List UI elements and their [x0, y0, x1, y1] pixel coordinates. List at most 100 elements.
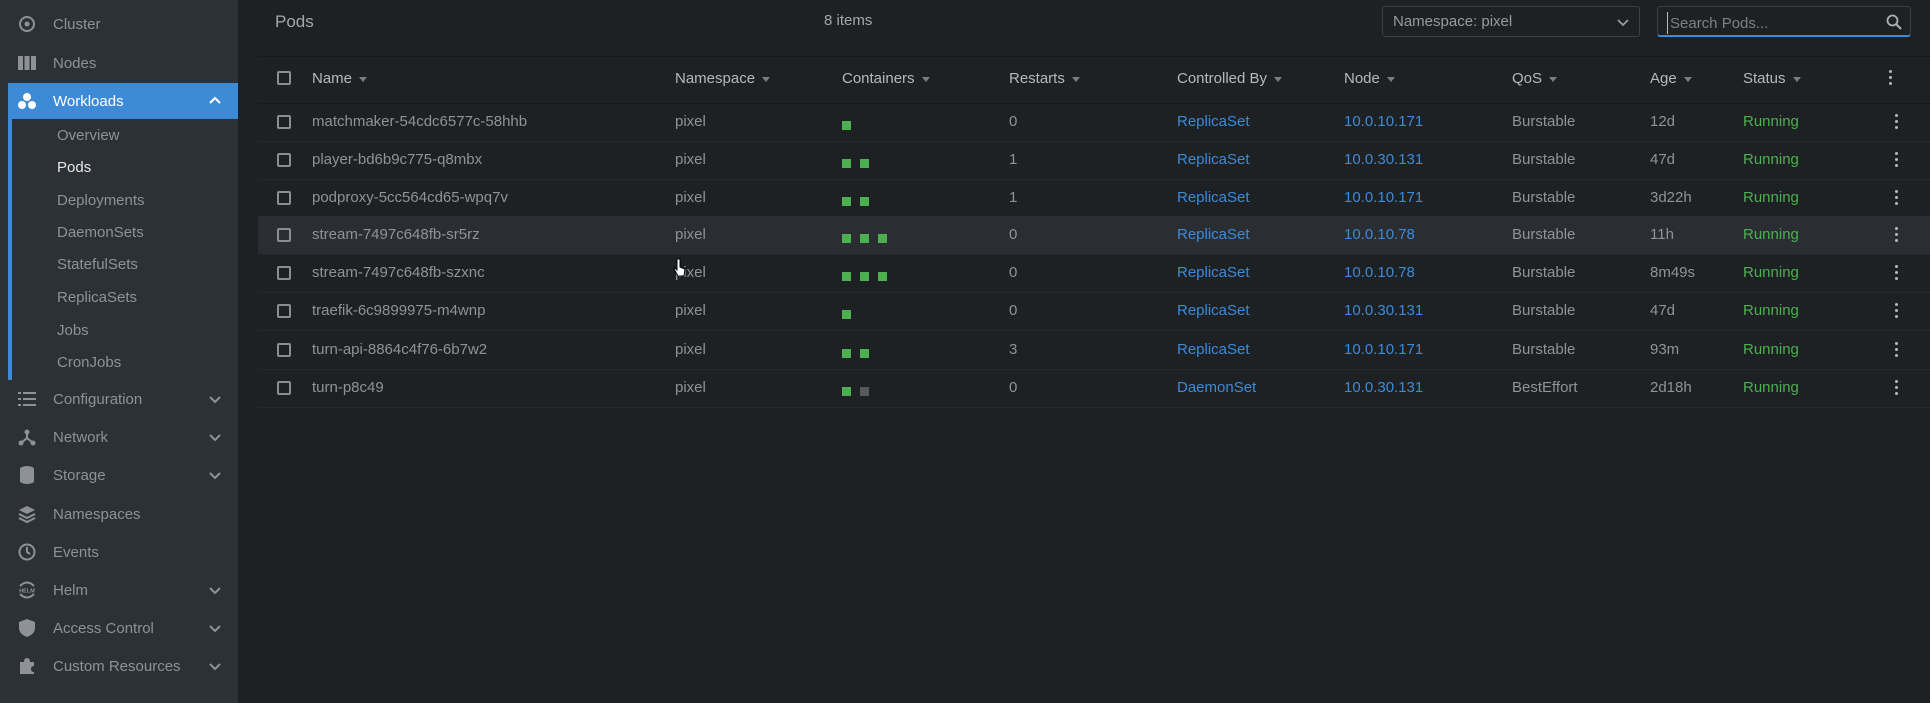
sidebar-item-configuration[interactable]: Configuration [0, 381, 238, 417]
row-menu-icon[interactable] [1895, 265, 1899, 281]
columns-menu-icon[interactable] [1889, 70, 1893, 86]
sidebar-subitem-jobs[interactable]: Jobs [57, 320, 89, 342]
table-row[interactable]: traefik-6c9899975-m4wnp pixel 0 ReplicaSet 1… [258, 292, 1930, 331]
pod-controlled-by-link[interactable]: ReplicaSet [1177, 151, 1250, 168]
column-header-status[interactable]: Status [1743, 70, 1801, 87]
pod-controlled-by-link[interactable]: ReplicaSet [1177, 226, 1250, 243]
table-row[interactable]: podproxy-5cc564cd65-wpq7v pixel 1 ReplicaSe… [258, 179, 1930, 218]
sidebar-item-custom-resources[interactable]: Custom Resources [0, 648, 238, 684]
row-checkbox[interactable] [277, 191, 291, 205]
search-input[interactable] [1667, 12, 1872, 34]
pod-name[interactable]: turn-p8c49 [312, 379, 384, 396]
sidebar-item-events[interactable]: Events [0, 534, 238, 570]
pod-controlled-by-link[interactable]: ReplicaSet [1177, 113, 1250, 130]
chevron-down-icon[interactable] [206, 466, 224, 484]
row-menu-icon[interactable] [1895, 190, 1899, 206]
sidebar-item-storage[interactable]: Storage [0, 457, 238, 493]
container-status-indicator[interactable] [878, 233, 887, 243]
container-status-indicator[interactable] [842, 386, 851, 396]
select-all-checkbox[interactable] [277, 71, 291, 85]
container-status-indicator[interactable] [842, 348, 851, 358]
sidebar-subitem-replicasets[interactable]: ReplicaSets [57, 287, 137, 309]
pod-controlled-by-link[interactable]: ReplicaSet [1177, 341, 1250, 358]
sidebar-subitem-deployments[interactable]: Deployments [57, 190, 145, 212]
container-status-indicator[interactable] [842, 233, 851, 243]
column-header-node[interactable]: Node [1344, 70, 1395, 87]
sidebar-item-helm[interactable]: HELM Helm [0, 572, 238, 608]
pod-node-link[interactable]: 10.0.10.78 [1344, 226, 1415, 243]
container-status-indicator[interactable] [842, 120, 851, 130]
container-status-indicator[interactable] [860, 386, 869, 396]
chevron-up-icon[interactable] [206, 92, 224, 110]
row-checkbox[interactable] [277, 304, 291, 318]
column-header-namespace[interactable]: Namespace [675, 70, 771, 87]
row-menu-icon[interactable] [1895, 303, 1899, 319]
pod-node-link[interactable]: 10.0.10.78 [1344, 264, 1415, 281]
pod-name[interactable]: stream-7497c648fb-sr5rz [312, 226, 480, 243]
pod-name[interactable]: player-bd6b9c775-q8mbx [312, 151, 482, 168]
sidebar-item-access-control[interactable]: Access Control [0, 610, 238, 646]
container-status-indicator[interactable] [842, 271, 851, 281]
sidebar-item-namespaces[interactable]: Namespaces [0, 496, 238, 532]
column-header-containers[interactable]: Containers [842, 70, 930, 87]
row-checkbox[interactable] [277, 153, 291, 167]
row-menu-icon[interactable] [1895, 152, 1899, 168]
chevron-down-icon[interactable] [206, 581, 224, 599]
container-status-indicator[interactable] [842, 309, 851, 319]
sidebar-subitem-statefulsets[interactable]: StatefulSets [57, 254, 138, 276]
table-row[interactable]: stream-7497c648fb-sr5rz pixel 0 ReplicaSet 1… [258, 216, 1930, 255]
chevron-down-icon[interactable] [206, 619, 224, 637]
sidebar-item-cluster[interactable]: Cluster [0, 6, 238, 42]
container-status-indicator[interactable] [842, 158, 851, 168]
column-header-qos[interactable]: QoS [1512, 70, 1558, 87]
pod-name[interactable]: stream-7497c648fb-szxnc [312, 264, 485, 281]
row-checkbox[interactable] [277, 381, 291, 395]
container-status-indicator[interactable] [842, 196, 851, 206]
row-checkbox[interactable] [277, 228, 291, 242]
pod-controlled-by-link[interactable]: DaemonSet [1177, 379, 1256, 396]
pod-controlled-by-link[interactable]: ReplicaSet [1177, 189, 1250, 206]
row-checkbox[interactable] [277, 266, 291, 280]
table-row[interactable]: turn-p8c49 pixel 0 DaemonSet 10.0.30.131 Best… [258, 369, 1930, 408]
pod-name[interactable]: turn-api-8864c4f76-6b7w2 [312, 341, 487, 358]
row-checkbox[interactable] [277, 343, 291, 357]
pod-node-link[interactable]: 10.0.10.171 [1344, 189, 1423, 206]
row-menu-icon[interactable] [1895, 114, 1899, 130]
column-header-name[interactable]: Name [312, 70, 368, 87]
pod-node-link[interactable]: 10.0.30.131 [1344, 151, 1423, 168]
container-status-indicator[interactable] [860, 196, 869, 206]
sidebar-subitem-cronjobs[interactable]: CronJobs [57, 352, 121, 374]
sidebar-item-workloads[interactable]: Workloads [8, 83, 238, 119]
sidebar-item-network[interactable]: Network [0, 419, 238, 455]
container-status-indicator[interactable] [878, 271, 887, 281]
chevron-down-icon[interactable] [206, 657, 224, 675]
table-row[interactable]: turn-api-8864c4f76-6b7w2 pixel 3 ReplicaSet… [258, 331, 1930, 370]
pod-node-link[interactable]: 10.0.10.171 [1344, 341, 1423, 358]
pod-name[interactable]: podproxy-5cc564cd65-wpq7v [312, 189, 508, 206]
table-row[interactable]: stream-7497c648fb-szxnc pixel 0 ReplicaSet 1… [258, 254, 1930, 293]
row-menu-icon[interactable] [1895, 342, 1899, 358]
container-status-indicator[interactable] [860, 271, 869, 281]
container-status-indicator[interactable] [860, 158, 869, 168]
chevron-down-icon[interactable] [206, 390, 224, 408]
pod-controlled-by-link[interactable]: ReplicaSet [1177, 302, 1250, 319]
pod-name[interactable]: traefik-6c9899975-m4wnp [312, 302, 485, 319]
search-icon[interactable] [1886, 14, 1902, 30]
sidebar-subitem-daemonsets[interactable]: DaemonSets [57, 222, 144, 244]
sidebar-subitem-pods[interactable]: Pods [57, 157, 91, 179]
sidebar-item-nodes[interactable]: Nodes [0, 45, 238, 81]
pod-node-link[interactable]: 10.0.30.131 [1344, 302, 1423, 319]
pod-name[interactable]: matchmaker-54cdc6577c-58hhb [312, 113, 527, 130]
row-menu-icon[interactable] [1895, 380, 1899, 396]
chevron-down-icon[interactable] [206, 428, 224, 446]
pod-node-link[interactable]: 10.0.30.131 [1344, 379, 1423, 396]
row-menu-icon[interactable] [1895, 227, 1899, 243]
sidebar-subitem-overview[interactable]: Overview [57, 125, 120, 147]
table-row[interactable]: player-bd6b9c775-q8mbx pixel 1 ReplicaSet 10… [258, 141, 1930, 180]
column-header-restarts[interactable]: Restarts [1009, 70, 1080, 87]
row-checkbox[interactable] [277, 115, 291, 129]
pod-node-link[interactable]: 10.0.10.171 [1344, 113, 1423, 130]
table-row[interactable]: matchmaker-54cdc6577c-58hhb pixel 0 Replica… [258, 103, 1930, 142]
container-status-indicator[interactable] [860, 233, 869, 243]
container-status-indicator[interactable] [860, 348, 869, 358]
